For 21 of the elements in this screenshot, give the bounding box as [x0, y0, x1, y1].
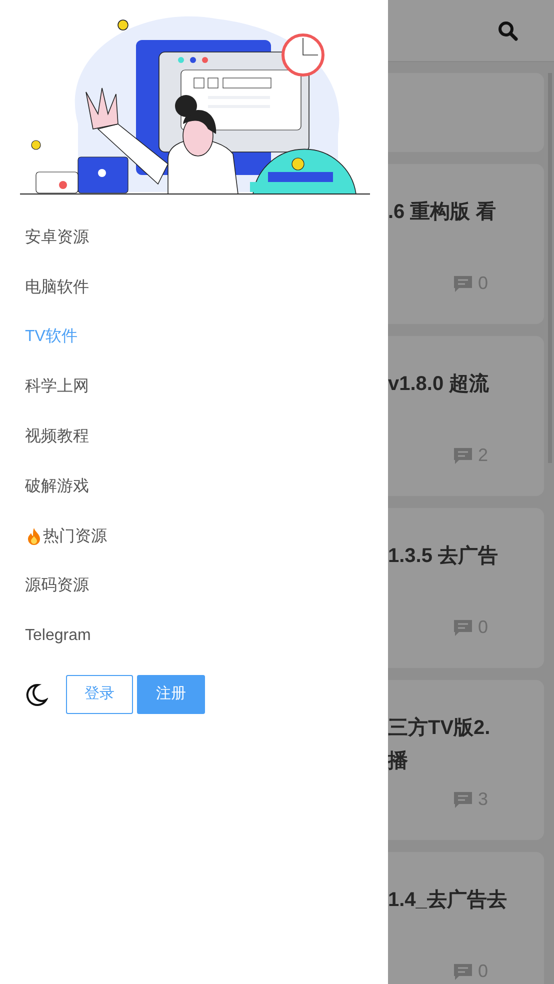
- menu-item[interactable]: 源码资源: [25, 562, 89, 612]
- flame-icon: [25, 527, 43, 546]
- post-title: 三方TV版2.: [388, 716, 490, 741]
- post-title: .6 重构版 看: [388, 200, 496, 225]
- post-title: v1.8.0 超流: [388, 372, 490, 397]
- menu-item[interactable]: Telegram: [25, 611, 91, 662]
- post-title: 1.3.5 去广告: [388, 544, 498, 569]
- menu-item[interactable]: 热门资源: [25, 512, 107, 562]
- menu-item[interactable]: 破解游戏: [25, 462, 89, 512]
- comment-icon: [453, 790, 473, 810]
- comment-icon: [453, 618, 473, 638]
- menu-item[interactable]: 安卓资源: [25, 213, 89, 263]
- search-icon[interactable]: [498, 20, 518, 40]
- comment-icon: [453, 274, 473, 294]
- menu-item[interactable]: 电脑软件: [25, 262, 89, 313]
- comment-icon: [453, 962, 473, 982]
- menu-item[interactable]: 视频教程: [25, 412, 89, 462]
- menu-item[interactable]: 科学上网: [25, 362, 89, 412]
- moon-icon[interactable]: [24, 682, 48, 707]
- post-title: 1.4_去广告去: [388, 888, 507, 913]
- comment-icon: [453, 446, 473, 466]
